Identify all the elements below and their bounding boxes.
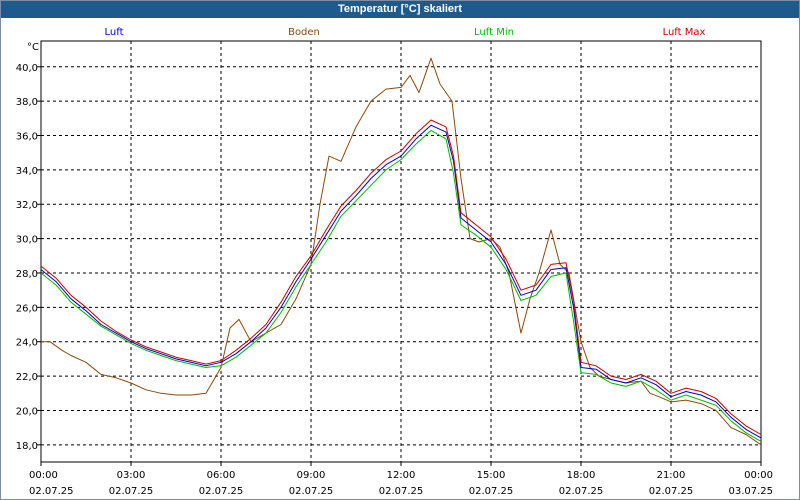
x-tick-date: 02.07.25 [379, 486, 424, 497]
y-axis-ticks: 18,0 20,0 22,0 24,0 26,0 28,0 30,0 32,0 34,0 36,0… [16, 63, 41, 452]
x-axis-ticks: 00:00 02.07.25 03:00 02.07.25 06:00 02.07.25 0… [29, 462, 773, 497]
legend: Luft Boden Luft Min Luft Max [105, 27, 706, 38]
x-tick-date: 02.07.25 [109, 486, 154, 497]
x-tick-date: 02.07.25 [559, 486, 604, 497]
y-tick-label: 28,0 [16, 269, 38, 280]
x-tick-time: 15:00 [477, 470, 506, 481]
x-tick-time: 18:00 [567, 470, 596, 481]
x-tick-date: 02.07.25 [649, 486, 694, 497]
grid-lines [41, 41, 761, 462]
y-tick-label: 24,0 [16, 338, 38, 349]
x-tick-time: 03:00 [117, 470, 146, 481]
y-tick-label: 40,0 [16, 63, 38, 74]
x-tick-time: 00:00 [744, 470, 773, 481]
legend-item: Luft Min [474, 27, 514, 38]
x-tick-date: 03.07.25 [728, 486, 773, 497]
x-tick-time: 00:00 [29, 470, 58, 481]
y-tick-label: 20,0 [16, 406, 38, 417]
x-tick-time: 12:00 [387, 470, 416, 481]
x-tick-time: 06:00 [207, 470, 236, 481]
legend-item: Luft Max [663, 27, 706, 38]
y-tick-label: 26,0 [16, 303, 38, 314]
y-tick-label: 22,0 [16, 372, 38, 383]
chart-window: Temperatur [°C] skaliert °C Luft Boden Luf… [0, 0, 800, 500]
x-tick-time: 09:00 [297, 470, 326, 481]
legend-item: Boden [288, 27, 320, 38]
y-tick-label: 34,0 [16, 166, 38, 177]
y-tick-label: 18,0 [16, 441, 38, 452]
y-tick-label: 30,0 [16, 235, 38, 246]
x-tick-date: 02.07.25 [199, 486, 244, 497]
x-tick-date: 02.07.25 [469, 486, 514, 497]
y-tick-label: 32,0 [16, 200, 38, 211]
y-tick-label: 38,0 [16, 97, 38, 108]
legend-item: Luft [105, 27, 124, 38]
x-tick-date: 02.07.25 [289, 486, 334, 497]
x-tick-date: 02.07.25 [29, 486, 74, 497]
y-unit-label: °C [27, 42, 39, 53]
line-chart: °C Luft Boden Luft Min Luft Max 18,0 20,0 22,… [16, 27, 773, 497]
x-tick-time: 21:00 [657, 470, 686, 481]
y-tick-label: 36,0 [16, 132, 38, 143]
